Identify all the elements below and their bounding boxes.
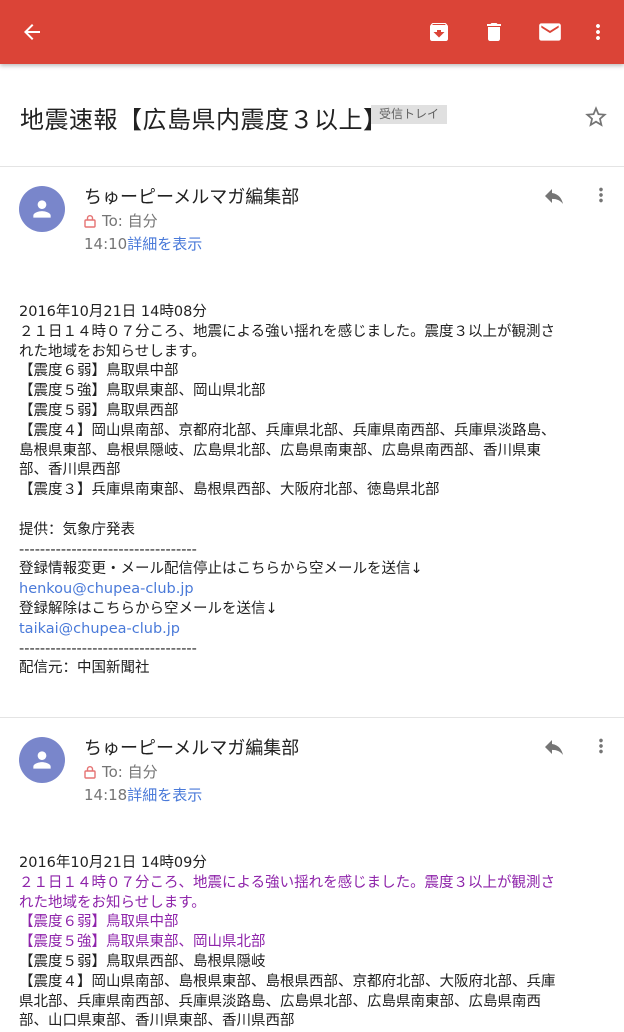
cancel-email-link[interactable]: taikai@chupea-club.jp xyxy=(19,620,619,640)
arrow-back-icon[interactable] xyxy=(16,16,48,48)
change-notice: 登録情報変更・メール配信停止はこちらから空メールを送信↓ xyxy=(19,561,423,578)
separator-line: ---------------------------------- xyxy=(19,541,197,558)
body-line: 県北部、兵庫県南西部、兵庫県淡路島、広島県北部、広島県南東部、広島県南西 xyxy=(19,993,541,1010)
message-date: 2016年10月21日 14時09分 xyxy=(19,855,207,871)
person-icon xyxy=(33,200,51,218)
archive-icon[interactable] xyxy=(423,16,455,48)
time-line: 14:10詳細を表示 xyxy=(84,233,202,254)
source-line: 提供：気象庁発表 xyxy=(19,521,135,538)
recipient-text: To: 自分 xyxy=(102,212,158,230)
star-icon[interactable] xyxy=(583,104,609,130)
recipient-text: To: 自分 xyxy=(102,763,158,781)
cancel-notice: 登録解除はこちらから空メールを送信↓ xyxy=(19,600,278,617)
recipient-line: To: 自分 xyxy=(84,761,158,782)
message-header-2[interactable]: ちゅーピーメルマガ編集部 To: 自分 14:18詳細を表示 xyxy=(0,717,624,807)
separator-line: ---------------------------------- xyxy=(19,640,197,657)
message-date: 2016年10月21日 14時08分 xyxy=(19,304,207,320)
message-time: 14:18 xyxy=(84,786,128,804)
reply-icon[interactable] xyxy=(540,184,570,210)
message-body-2: 2016年10月21日 14時09分 ２１日１４時０７分ころ、地震による強い揺れ… xyxy=(19,854,619,1032)
body-line: 【震度３】兵庫県南東部、島根県西部、大阪府北部、徳島県北部 xyxy=(19,482,440,499)
message-header-1[interactable]: ちゅーピーメルマガ編集部 To: 自分 14:10詳細を表示 xyxy=(0,166,624,256)
body-line: れた地域をお知らせします。 xyxy=(19,894,206,911)
reply-icon[interactable] xyxy=(540,735,570,761)
time-line: 14:18詳細を表示 xyxy=(84,784,202,805)
message-time: 14:10 xyxy=(84,235,128,253)
body-line: 【震度５強】鳥取県東部、岡山県北部 xyxy=(19,934,266,951)
lock-icon xyxy=(84,214,96,228)
body-line: 【震度６弱】鳥取県中部 xyxy=(19,363,179,380)
show-details-link[interactable]: 詳細を表示 xyxy=(127,235,202,253)
avatar xyxy=(19,186,65,232)
sender-name: ちゅーピーメルマガ編集部 xyxy=(84,187,300,208)
message-more-icon[interactable] xyxy=(590,180,612,210)
recipient-line: To: 自分 xyxy=(84,210,158,231)
message-body-1: 2016年10月21日 14時08分 ２１日１４時０７分ころ、地震による強い揺れ… xyxy=(19,303,619,679)
distributor-line: 配信元：中国新聞社 xyxy=(19,660,150,677)
message-more-icon[interactable] xyxy=(590,731,612,761)
body-line: 【震度５弱】鳥取県西部 xyxy=(19,402,179,419)
subject-row: 地震速報【広島県内震度３以上】 受信トレイ xyxy=(0,64,624,167)
body-line: 部、山口県東部、香川県東部、香川県西部 xyxy=(19,1013,295,1030)
sender-name: ちゅーピーメルマガ編集部 xyxy=(84,738,300,759)
trash-icon[interactable] xyxy=(478,16,510,48)
body-line: 【震度６弱】鳥取県中部 xyxy=(19,914,179,931)
body-line: ２１日１４時０７分ころ、地震による強い揺れを感じました。震度３以上が観測さ xyxy=(19,874,556,891)
mail-icon[interactable] xyxy=(534,16,566,48)
inbox-label-chip[interactable]: 受信トレイ xyxy=(371,105,448,124)
body-line: れた地域をお知らせします。 xyxy=(19,343,206,360)
body-line: 【震度４】岡山県南部、京都府北部、兵庫県北部、兵庫県南西部、兵庫県淡路島、 xyxy=(19,422,556,439)
body-line: 【震度５強】鳥取県東部、岡山県北部 xyxy=(19,383,266,400)
change-email-link[interactable]: henkou@chupea-club.jp xyxy=(19,580,619,600)
lock-icon xyxy=(84,765,96,779)
show-details-link[interactable]: 詳細を表示 xyxy=(127,786,202,804)
avatar xyxy=(19,737,65,783)
app-bar xyxy=(0,0,624,64)
body-line: 島根県東部、島根県隠岐、広島県北部、広島県南東部、広島県南西部、香川県東 xyxy=(19,442,541,459)
more-vert-icon[interactable] xyxy=(582,16,614,48)
body-line: 部、香川県西部 xyxy=(19,462,121,479)
person-icon xyxy=(33,751,51,769)
body-line: ２１日１４時０７分ころ、地震による強い揺れを感じました。震度３以上が観測さ xyxy=(19,323,556,340)
body-line: 【震度５弱】鳥取県西部、島根県隠岐 xyxy=(19,953,266,970)
page-title: 地震速報【広島県内震度３以上】 xyxy=(20,106,388,134)
body-line: 【震度４】岡山県南部、島根県東部、島根県西部、京都府北部、大阪府北部、兵庫 xyxy=(19,973,556,990)
